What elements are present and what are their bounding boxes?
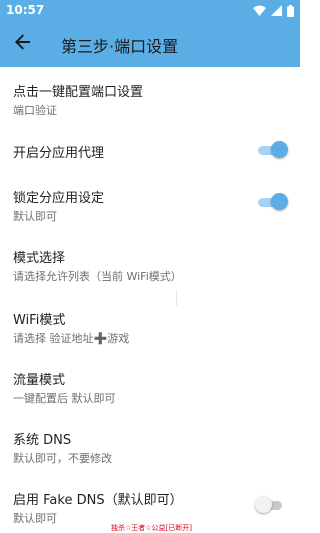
switch-thumb — [271, 141, 288, 158]
back-button[interactable] — [10, 31, 36, 57]
setting-subtitle: 默认即可 — [13, 512, 57, 525]
setting-title: 启用 Fake DNS（默认即可） — [13, 493, 183, 508]
subtitle-text: 游戏 — [107, 332, 130, 345]
fake-dns-toggle[interactable] — [255, 496, 284, 513]
arrow-left-icon — [15, 34, 31, 54]
wifi-icon — [253, 5, 266, 16]
cellular-icon — [271, 5, 282, 16]
setting-title: 点击一键配置端口设置 — [13, 85, 144, 100]
per-app-proxy-toggle[interactable] — [258, 141, 288, 158]
battery-icon — [287, 4, 294, 17]
setting-row-one-click-config[interactable]: 点击一键配置端口设置 端口验证 — [0, 79, 300, 125]
switch-thumb — [255, 496, 272, 513]
status-bar: 10:57 — [0, 0, 300, 21]
setting-row-per-app-proxy[interactable]: 开启分应用代理 — [0, 139, 300, 161]
setting-title: 开启分应用代理 — [13, 146, 105, 161]
page-title: 第三步·端口设置 — [61, 37, 179, 56]
setting-row-lock-per-app[interactable]: 锁定分应用设定 默认即可 — [0, 185, 300, 225]
setting-row-wifi-mode[interactable]: WiFi模式 请选择 验证地址➕游戏 — [0, 307, 300, 347]
setting-title: WiFi模式 — [13, 313, 66, 328]
setting-subtitle: 端口验证 — [13, 104, 57, 117]
setting-row-data-mode[interactable]: 流量模式 一键配置后 默认即可 — [0, 367, 300, 407]
status-time: 10:57 — [6, 3, 45, 17]
setting-title: 模式选择 — [13, 251, 66, 266]
app-bar: 第三步·端口设置 — [0, 21, 300, 67]
setting-subtitle: 请选择 验证地址➕游戏 — [13, 330, 129, 346]
subtitle-text: 请选择 验证地址 — [13, 332, 94, 345]
setting-row-mode-select[interactable]: 模式选择 请选择允许列表（当前 WiFi模式） — [0, 245, 300, 285]
setting-subtitle: 请选择允许列表（当前 WiFi模式） — [13, 270, 182, 283]
setting-subtitle: 默认即可 — [13, 210, 57, 223]
watermark-text: 独杀☆王者☆公益[已断开] — [111, 524, 193, 532]
setting-title: 系统 DNS — [13, 433, 72, 448]
setting-row-fake-dns[interactable]: 启用 Fake DNS（默认即可） 默认即可 — [0, 487, 300, 527]
divider-mark — [176, 290, 177, 306]
switch-thumb — [271, 193, 288, 210]
setting-subtitle: 默认即可，不要修改 — [13, 452, 112, 465]
setting-title: 锁定分应用设定 — [13, 191, 105, 206]
setting-row-system-dns[interactable]: 系统 DNS 默认即可，不要修改 — [0, 427, 300, 467]
lock-per-app-toggle[interactable] — [258, 193, 288, 210]
setting-title: 流量模式 — [13, 373, 66, 388]
status-icons — [253, 4, 294, 17]
plus-icon: ➕ — [93, 332, 108, 345]
setting-subtitle: 一键配置后 默认即可 — [13, 392, 116, 405]
